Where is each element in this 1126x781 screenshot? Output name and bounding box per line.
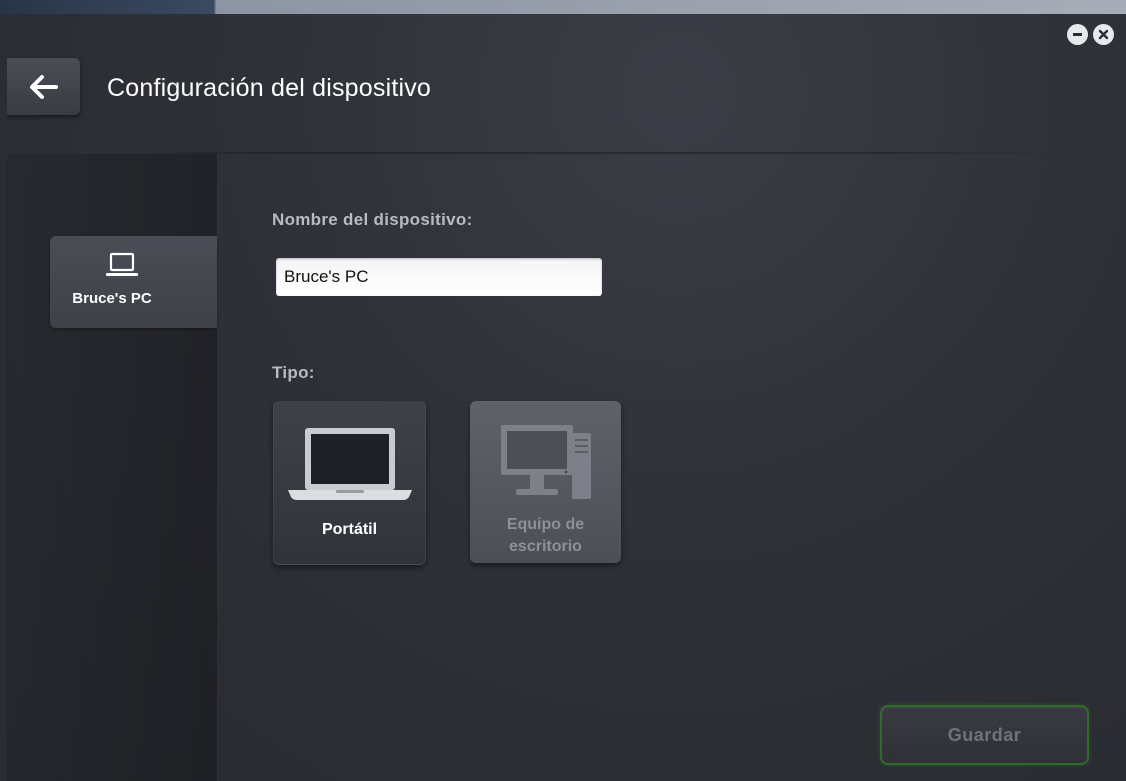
arrow-left-icon [29,74,58,99]
device-type-label: Tipo: [272,363,315,382]
device-settings-window: Configuración del dispositivo Bruce's PC… [7,14,1126,781]
laptop-icon [106,252,138,276]
type-option-desktop[interactable]: Equipo de escritorio [470,401,621,563]
close-icon [1098,29,1109,40]
minimize-button[interactable] [1067,24,1088,45]
type-option-label: Equipo de escritorio [470,514,621,558]
back-button[interactable] [7,58,80,115]
sidebar-item-label: Bruce's PC [72,290,152,307]
type-option-label-line1: Equipo de [506,516,585,533]
type-option-label-line2: escritorio [509,538,582,555]
type-option-label: Portátil [321,521,378,538]
close-button[interactable] [1093,24,1114,45]
window-title-strip [0,0,1126,14]
sidebar-item-bruces-pc[interactable]: Bruce's PC [50,236,217,328]
desktop-computer-icon [500,425,591,499]
device-name-label: Nombre del dispositivo: [272,210,473,229]
minus-icon [1073,33,1082,36]
type-option-laptop[interactable]: Portátil [273,401,426,565]
laptop-icon [287,428,412,500]
page-title: Configuración del dispositivo [107,74,432,102]
device-name-input[interactable] [276,258,602,296]
save-button[interactable]: Guardar [880,705,1089,765]
header-divider [107,152,1067,154]
